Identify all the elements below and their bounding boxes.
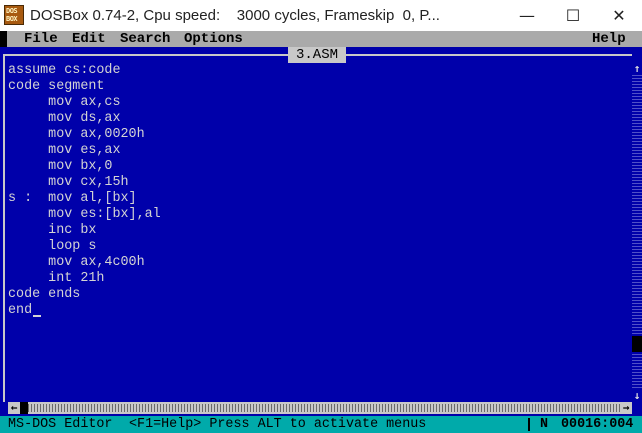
- code-line: mov ax,0020h: [8, 127, 145, 142]
- code-line: assume cs:code: [8, 63, 121, 78]
- code-line: mov es,ax: [8, 143, 121, 158]
- code-line: code ends: [8, 287, 81, 302]
- menu-help[interactable]: Help: [592, 31, 626, 47]
- status-app-name: MS-DOS Editor: [8, 417, 113, 432]
- horizontal-scroll-thumb[interactable]: [20, 402, 28, 414]
- status-mode: N: [540, 417, 549, 432]
- menu-options[interactable]: Options: [184, 31, 243, 47]
- code-line: end: [8, 303, 33, 318]
- dosbox-icon-text-bottom: BOX: [6, 15, 18, 23]
- menu-bar: File Edit Search Options Help: [0, 31, 642, 47]
- status-cursor-position: 00016:004: [561, 417, 634, 432]
- code-line: mov es:[bx],al: [8, 207, 161, 222]
- status-hint: <F1=Help> Press ALT to activate menus: [129, 417, 427, 432]
- editor-window[interactable]: 3.ASM assume cs:code code segment mov ax,…: [0, 47, 642, 416]
- close-button[interactable]: ✕: [596, 0, 642, 31]
- horizontal-scrollbar[interactable]: ← →: [8, 402, 632, 414]
- dosbox-icon-text-top: DOS: [6, 7, 18, 15]
- code-line: mov ax,4c00h: [8, 255, 145, 270]
- dosbox-icon: DOS BOX: [4, 5, 24, 25]
- code-line: s : mov al,[bx]: [8, 191, 137, 206]
- code-area[interactable]: assume cs:code code segment mov ax,cs mov…: [8, 63, 161, 319]
- code-line: int 21h: [8, 271, 105, 286]
- scroll-left-arrow-icon[interactable]: ←: [8, 402, 20, 414]
- code-line: mov cx,15h: [8, 175, 129, 190]
- code-line: loop s: [8, 239, 97, 254]
- menu-search[interactable]: Search: [120, 31, 170, 47]
- scroll-up-arrow-icon[interactable]: ↑: [632, 63, 642, 75]
- editor-frame-left: [3, 54, 5, 402]
- scroll-down-arrow-icon[interactable]: ↓: [632, 390, 642, 402]
- menu-edit[interactable]: Edit: [72, 31, 106, 47]
- status-separator: [528, 418, 530, 431]
- horizontal-scroll-track[interactable]: [20, 404, 620, 412]
- window-titlebar[interactable]: DOS BOX DOSBox 0.74-2, Cpu speed: 3000 c…: [0, 0, 642, 31]
- code-line: code segment: [8, 79, 105, 94]
- code-line: inc bx: [8, 223, 97, 238]
- code-line: mov bx,0: [8, 159, 113, 174]
- file-title: 3.ASM: [288, 47, 347, 63]
- vertical-scrollbar[interactable]: ↑ ↓: [632, 63, 642, 402]
- menu-file[interactable]: File: [24, 31, 58, 47]
- text-cursor: [33, 315, 41, 317]
- minimize-button[interactable]: —: [504, 0, 550, 31]
- maximize-button[interactable]: ☐: [550, 0, 596, 31]
- code-line: mov ax,cs: [8, 95, 121, 110]
- vertical-scroll-thumb[interactable]: [632, 336, 642, 352]
- window-title: DOSBox 0.74-2, Cpu speed: 3000 cycles, F…: [30, 7, 440, 24]
- code-line: mov ds,ax: [8, 111, 121, 126]
- scroll-right-arrow-icon[interactable]: →: [620, 402, 632, 414]
- menu-bar-marker: [0, 31, 7, 47]
- status-bar: MS-DOS Editor <F1=Help> Press ALT to act…: [0, 416, 642, 433]
